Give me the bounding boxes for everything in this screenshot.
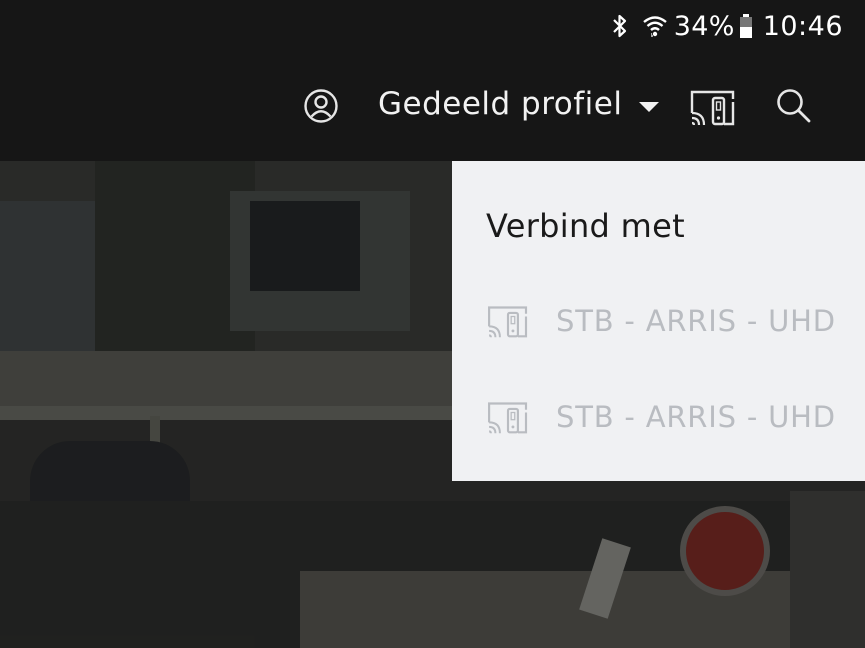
cast-device-icon <box>485 303 531 339</box>
cast-device-menu: Verbind met STB - ARRIS - UHD STB - ARRI… <box>452 161 865 481</box>
app-header: Gedeeld profiel <box>0 52 865 161</box>
battery-percent: 34% <box>673 10 735 42</box>
profile-icon[interactable] <box>303 88 339 124</box>
profile-name[interactable]: Gedeeld profiel <box>378 86 622 122</box>
dropdown-arrow-icon[interactable] <box>638 99 660 113</box>
cast-device-label: STB - ARRIS - UHD <box>556 400 836 434</box>
status-bar: 34% 10:46 <box>0 0 865 52</box>
cast-device-icon <box>485 399 531 435</box>
cast-device-item[interactable]: STB - ARRIS - UHD <box>452 281 865 361</box>
cast-device-item[interactable]: STB - ARRIS - UHD <box>452 377 865 457</box>
cast-device-label: STB - ARRIS - UHD <box>556 304 836 338</box>
search-icon[interactable] <box>774 86 814 126</box>
battery-icon <box>739 13 753 39</box>
app-screen: 34% 10:46 Gedeeld profiel Verbind met ST… <box>0 0 865 648</box>
cast-menu-title: Verbind met <box>486 207 685 245</box>
cast-icon[interactable] <box>689 87 737 127</box>
wifi-icon <box>642 13 668 39</box>
bluetooth-icon <box>612 13 628 39</box>
clock: 10:46 <box>762 10 843 42</box>
